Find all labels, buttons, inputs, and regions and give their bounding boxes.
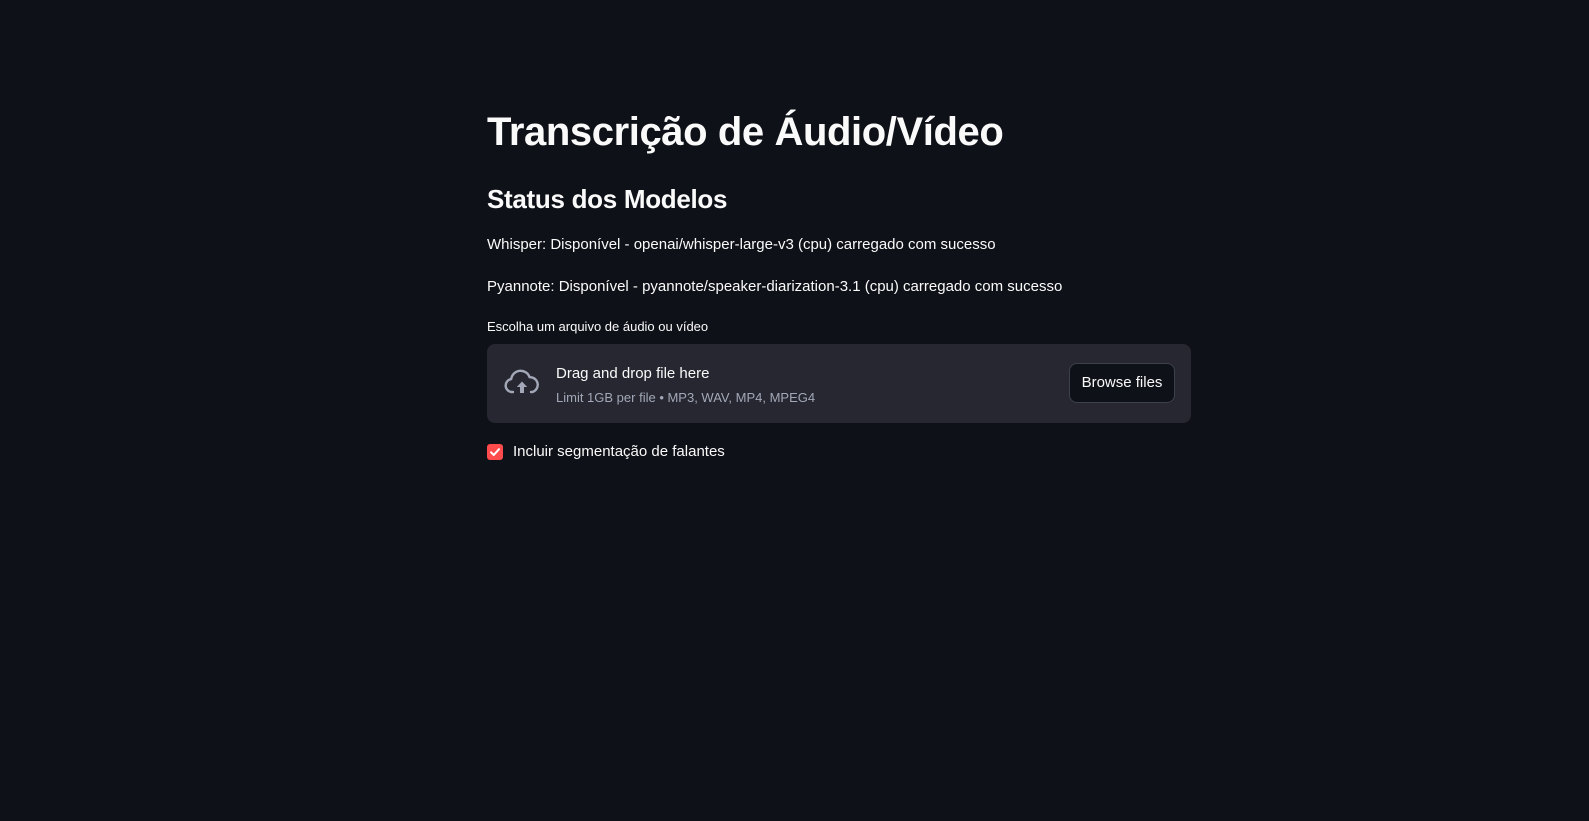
page-title: Transcrição de Áudio/Vídeo [487,110,1004,154]
dropzone-limit-text: Limit 1GB per file • MP3, WAV, MP4, MPEG… [556,390,816,405]
browse-files-button[interactable]: Browse files [1069,363,1175,403]
speaker-segmentation-label: Incluir segmentação de falantes [513,443,725,460]
section-title: Status dos Modelos [487,184,728,214]
whisper-status: Whisper: Disponível - openai/whisper-lar… [487,236,996,253]
dropzone-title: Drag and drop file here [556,365,710,382]
speaker-segmentation-checkbox[interactable] [487,444,503,460]
file-dropzone[interactable]: Drag and drop file here Limit 1GB per fi… [487,344,1191,423]
checkmark-icon [490,448,500,456]
pyannote-status: Pyannote: Disponível - pyannote/speaker-… [487,278,1063,295]
speaker-segmentation-checkbox-row[interactable]: Incluir segmentação de falantes [487,441,725,463]
cloud-upload-icon [504,369,539,394]
file-uploader-label: Escolha um arquivo de áudio ou vídeo [487,319,709,334]
